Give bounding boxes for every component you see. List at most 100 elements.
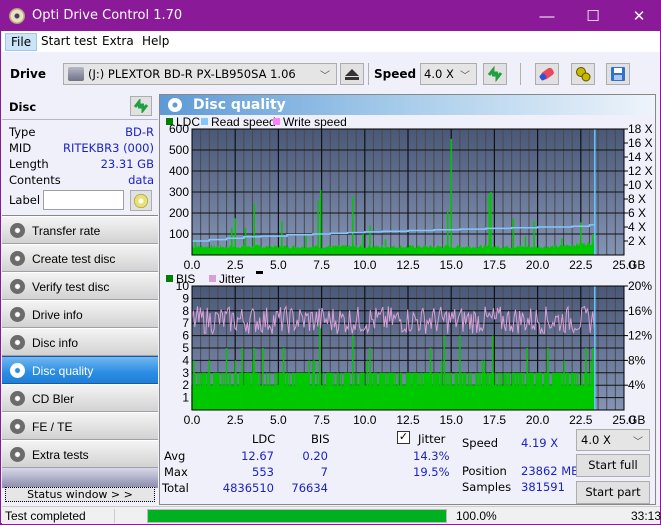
drive-select[interactable]: (J:) PLEXTOR BD-R PX-LB950SA 1.06 ﹀ xyxy=(63,63,337,85)
progress-fill xyxy=(148,510,446,522)
nav-extra-tests[interactable]: Extra tests xyxy=(2,440,158,468)
menu-help[interactable]: Help xyxy=(137,33,174,51)
drive-info-icon xyxy=(10,307,25,322)
x-tick-label: 22.5 xyxy=(569,258,593,272)
checkmark-icon: ✓ xyxy=(398,431,409,443)
speed-label: Speed xyxy=(374,67,417,81)
refresh-button[interactable] xyxy=(483,63,507,85)
disc-refresh-button[interactable] xyxy=(130,96,152,116)
verify-test-disc-icon xyxy=(10,279,25,294)
stats-max-label: Max xyxy=(164,465,188,479)
start-full-button[interactable]: Start full xyxy=(576,454,650,477)
stats-total-ldc: 4836510 xyxy=(222,481,274,495)
transfer-rate-icon xyxy=(10,223,25,238)
speed-select-value: 4.0 X xyxy=(424,67,454,81)
x-tick-label: 12.5 xyxy=(396,258,420,272)
y-tick-label-left: 100 xyxy=(169,227,189,241)
status-window-button[interactable]: Status window > > xyxy=(5,487,155,502)
disc-label-input[interactable] xyxy=(43,190,124,210)
disc-length-row: Length 23.31 GB xyxy=(9,157,154,173)
close-button[interactable]: ✕ xyxy=(616,1,661,31)
stats-max-jitter: 19.5% xyxy=(413,465,450,479)
elapsed-time: 33:13 xyxy=(631,509,661,523)
test-speed-select[interactable]: 4.0 X ﹀ xyxy=(576,429,650,451)
y-tick-label-right: 12 X xyxy=(628,164,653,178)
nav-label: Create test disc xyxy=(32,252,116,266)
drive-label: Drive xyxy=(10,67,46,81)
nav-disc-info[interactable]: Disc info xyxy=(2,328,158,356)
save-icon xyxy=(611,67,625,81)
menu-file[interactable]: File xyxy=(5,33,38,51)
disc-type-row: Type BD-R xyxy=(9,125,154,141)
disc-label-button[interactable] xyxy=(130,190,152,211)
nav-cd-bler[interactable]: CD Bler xyxy=(2,384,158,412)
y-tick-label-right: 20% xyxy=(628,279,652,293)
nav-verify-test-disc[interactable]: Verify test disc xyxy=(2,272,158,300)
y-tick-label-right: 10 X xyxy=(628,178,653,192)
nav-drive-info[interactable]: Drive info xyxy=(2,300,158,328)
ldc-plot: 100 200 300 400 500 600 2 X4 X6 X8 X10 X12 X14… xyxy=(169,122,653,272)
y-tick-label-left: 3 xyxy=(182,366,189,380)
x-tick-label: 7.5 xyxy=(313,258,330,272)
cd-icon xyxy=(134,193,148,208)
disc-mid-value: RITEKBR3 (000) xyxy=(63,141,154,155)
disc-info-icon xyxy=(10,335,25,350)
maximize-button[interactable]: ☐ xyxy=(570,1,616,31)
erase-button[interactable] xyxy=(535,63,559,85)
stats-total-bis: 76634 xyxy=(291,481,328,495)
y-tick-label-right: 12% xyxy=(628,329,652,343)
nav-label: Drive info xyxy=(32,308,83,322)
speed-select[interactable]: 4.0 X ﹀ xyxy=(420,63,477,85)
menu-start-test[interactable]: Start test xyxy=(36,33,102,51)
disc-quality-icon xyxy=(10,363,25,378)
window-title: Opti Drive Control 1.70 xyxy=(32,8,183,23)
eject-button[interactable] xyxy=(340,63,364,85)
chevron-down-icon: ﹀ xyxy=(633,437,643,448)
disc-type-value: BD-R xyxy=(125,125,154,139)
status-bar: Test completed 100.0% 33:13 xyxy=(2,506,661,524)
legend-jitter-swatch xyxy=(209,275,216,282)
progress-bar xyxy=(147,509,447,523)
y-tick-label-left: 6 xyxy=(182,329,189,343)
legend-write-speed: Write speed xyxy=(283,115,347,129)
test-speed-value: 4.0 X xyxy=(581,433,611,447)
stats-avg-bis: 0.20 xyxy=(302,449,328,463)
stats-max-bis: 7 xyxy=(320,465,328,479)
nav-create-test-disc[interactable]: Create test disc xyxy=(2,244,158,272)
panel-title: Disc quality xyxy=(193,97,286,113)
disc-panel-title: Disc xyxy=(9,100,37,114)
menu-bar: File Start test Extra Help xyxy=(2,31,660,52)
nav-disc-quality[interactable]: Disc quality xyxy=(2,356,158,384)
legend-bis-swatch xyxy=(166,275,173,282)
position-label: Position xyxy=(462,464,507,478)
status-message: Test completed xyxy=(5,509,86,523)
jitter-checkbox[interactable]: ✓ xyxy=(397,431,410,444)
y-tick-label-left: 7 xyxy=(182,316,189,330)
nav-label: Verify test disc xyxy=(32,280,110,294)
title-bar: Opti Drive Control 1.70 — ☐ ✕ xyxy=(1,1,661,31)
create-test-disc-icon xyxy=(10,251,25,266)
stats-avg-ldc: 12.67 xyxy=(241,449,274,463)
settings-button[interactable] xyxy=(571,63,595,85)
y-tick-label-left: 10 xyxy=(176,279,190,293)
drive-icon xyxy=(68,67,84,81)
menu-extra[interactable]: Extra xyxy=(97,33,139,51)
x-tick-label: 0.0 xyxy=(184,258,201,272)
save-button[interactable] xyxy=(606,63,630,85)
erase-icon xyxy=(539,67,554,81)
chevron-down-icon: ﹀ xyxy=(320,71,330,82)
nav-fe-te[interactable]: FE / TE xyxy=(2,412,158,440)
legend-read-speed-swatch xyxy=(201,118,208,125)
nav-filler xyxy=(2,468,158,488)
start-part-button[interactable]: Start part xyxy=(576,481,650,504)
x-tick-label: 22.5 xyxy=(569,413,593,427)
x-axis-label: GB xyxy=(628,413,645,427)
disc-label-key: Label xyxy=(9,193,41,207)
chevron-down-icon: ﹀ xyxy=(460,71,470,82)
jitter-label: Jitter xyxy=(418,432,446,446)
toolbar-divider xyxy=(520,63,521,85)
minimize-button[interactable]: — xyxy=(524,1,570,31)
stats-avg-label: Avg xyxy=(164,449,186,463)
nav-transfer-rate[interactable]: Transfer rate xyxy=(2,216,158,244)
toolbar: Drive (J:) PLEXTOR BD-R PX-LB950SA 1.06 … xyxy=(2,52,660,94)
